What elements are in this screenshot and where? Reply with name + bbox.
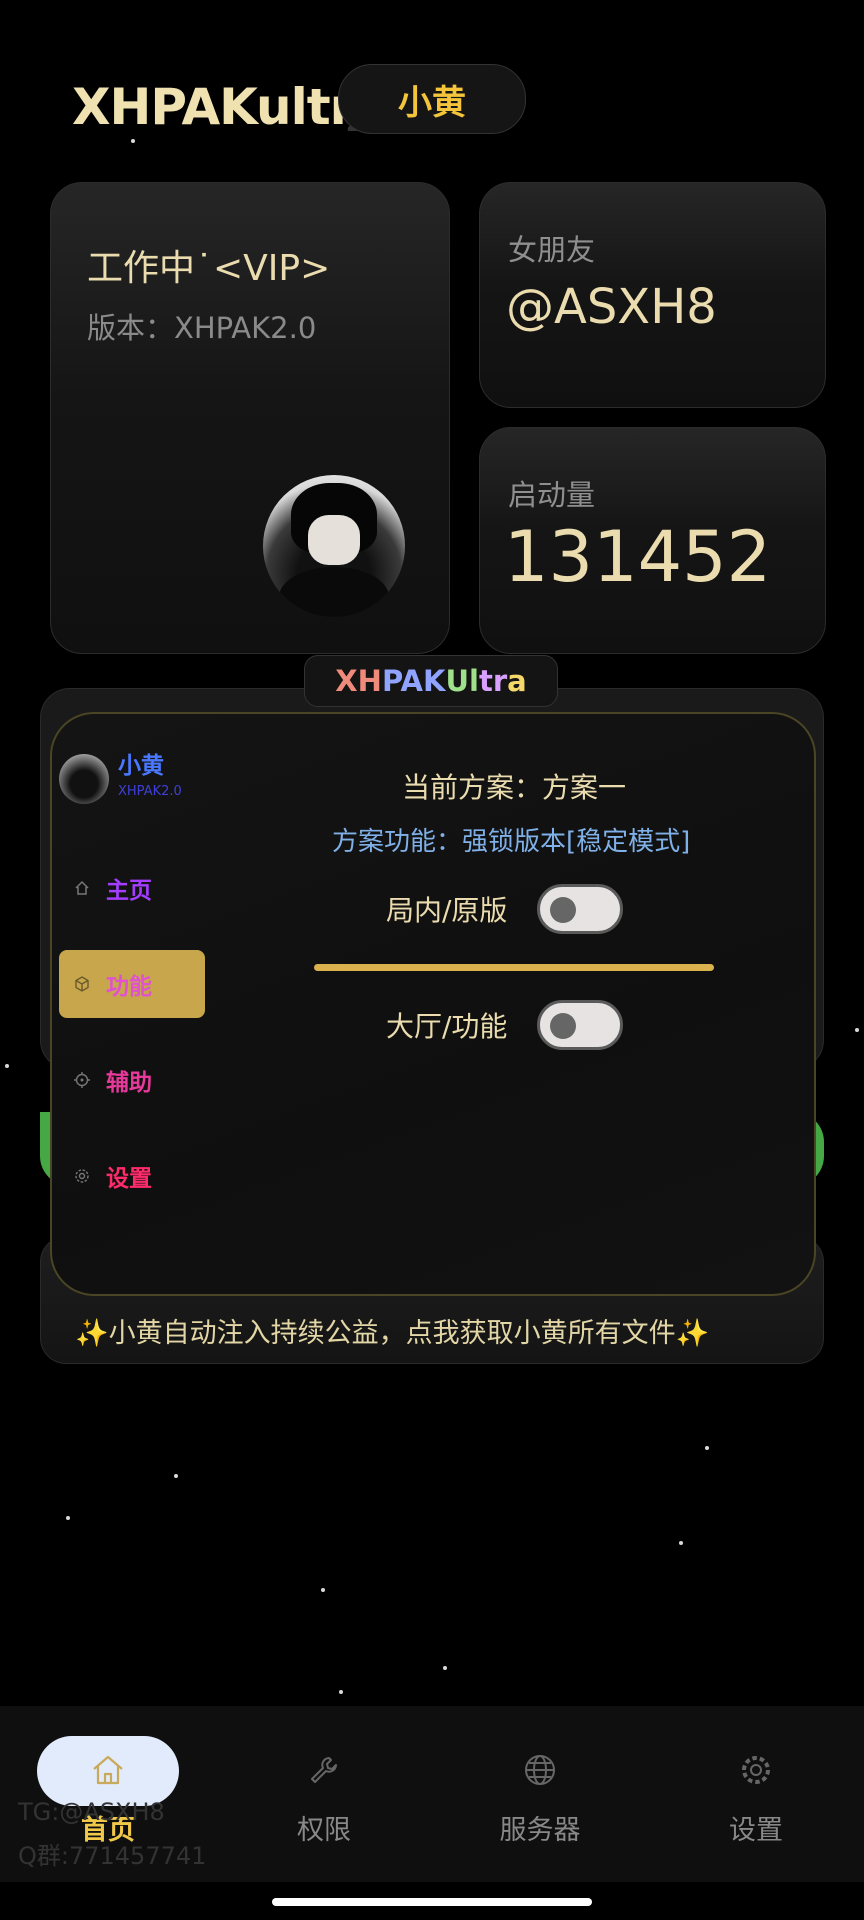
modal-nav-label: 主页 [106,878,152,904]
tab-permissions[interactable]: 权限 [216,1706,432,1882]
ultra-title-part: a [507,664,527,698]
ultra-title-part: tr [478,664,508,698]
toggle-row-ingame: 局内/原版 [386,884,624,934]
toggle-row-lobby: 大厅/功能 [386,1000,624,1050]
star-decoration [705,1446,709,1450]
tab-settings[interactable]: 设置 [648,1706,864,1882]
star-decoration [174,1474,178,1478]
girlfriend-value: @ASXH8 [506,279,717,335]
girlfriend-label: 女朋友 [508,233,596,267]
star-decoration [443,1666,447,1670]
function-modal: 小黄 XHPAK2.0 主页 功能 辅助 设置 当前方案：方案一 方案功能：强锁… [50,712,816,1296]
tab-label: 服务器 [499,1815,581,1846]
gear-icon [74,1168,90,1184]
star-decoration [321,1588,325,1592]
qq-group-watermark: Q群:771457741 [18,1842,207,1870]
version-text: 版本：XHPAK2.0 [87,311,317,345]
star-decoration [131,139,135,143]
home-indicator[interactable] [272,1898,592,1906]
status-text: 工作中˙<VIP> [87,248,331,289]
star-decoration [855,1028,859,1032]
star-decoration [5,1064,9,1068]
home-icon [74,880,90,896]
toggle-label: 大厅/功能 [386,1010,508,1043]
globe-icon [519,1749,561,1791]
modal-nav-label: 功能 [106,974,152,1000]
notice-text: ✨小黄自动注入持续公益，点我获取小黄所有文件✨ [75,1318,710,1349]
star-decoration [66,1516,70,1520]
girlfriend-card: 女朋友 @ASXH8 [479,182,826,408]
modal-user-name: 小黄 [118,753,164,779]
status-card: 工作中˙<VIP> 版本：XHPAK2.0 [50,182,450,654]
star-decoration [679,1541,683,1545]
modal-nav-function[interactable]: 功能 [59,950,205,1018]
star-decoration [339,1690,343,1694]
modal-avatar [59,754,109,804]
modal-nav-home[interactable]: 主页 [59,854,205,922]
launch-count-label: 启动量 [508,478,596,512]
home-icon [87,1749,129,1791]
tab-label: 权限 [297,1815,351,1846]
telegram-watermark: TG:@ASXH8 [18,1798,165,1826]
toggle-label: 局内/原版 [386,894,508,927]
current-scheme: 当前方案：方案一 [402,771,627,804]
tab-label: 设置 [729,1815,783,1846]
user-pill[interactable]: 小黄 [338,64,526,134]
lobby-toggle[interactable] [537,1000,624,1050]
wrench-icon [303,1749,345,1791]
launch-count-value: 131452 [504,516,772,598]
modal-nav-settings[interactable]: 设置 [59,1142,205,1210]
modal-nav-label: 辅助 [106,1070,152,1096]
crosshair-icon [74,1072,90,1088]
divider [314,964,714,971]
scheme-function: 方案功能：强锁版本[稳定模式] [332,827,691,857]
modal-nav-label: 设置 [106,1166,152,1192]
modal-user-version: XHPAK2.0 [118,784,182,799]
modal-nav-assist[interactable]: 辅助 [59,1046,205,1114]
ultra-title-part: PAK [381,664,446,698]
tab-server[interactable]: 服务器 [432,1706,648,1882]
ingame-toggle[interactable] [537,884,624,934]
gear-icon [735,1749,777,1791]
launch-count-card: 启动量 131452 [479,427,826,654]
ultra-title-pill: XH PAK Ul tr a [304,655,558,707]
ultra-title-part: Ul [445,664,479,698]
ultra-title-part: XH [335,664,382,698]
avatar [263,475,405,617]
cube-icon [74,976,90,992]
